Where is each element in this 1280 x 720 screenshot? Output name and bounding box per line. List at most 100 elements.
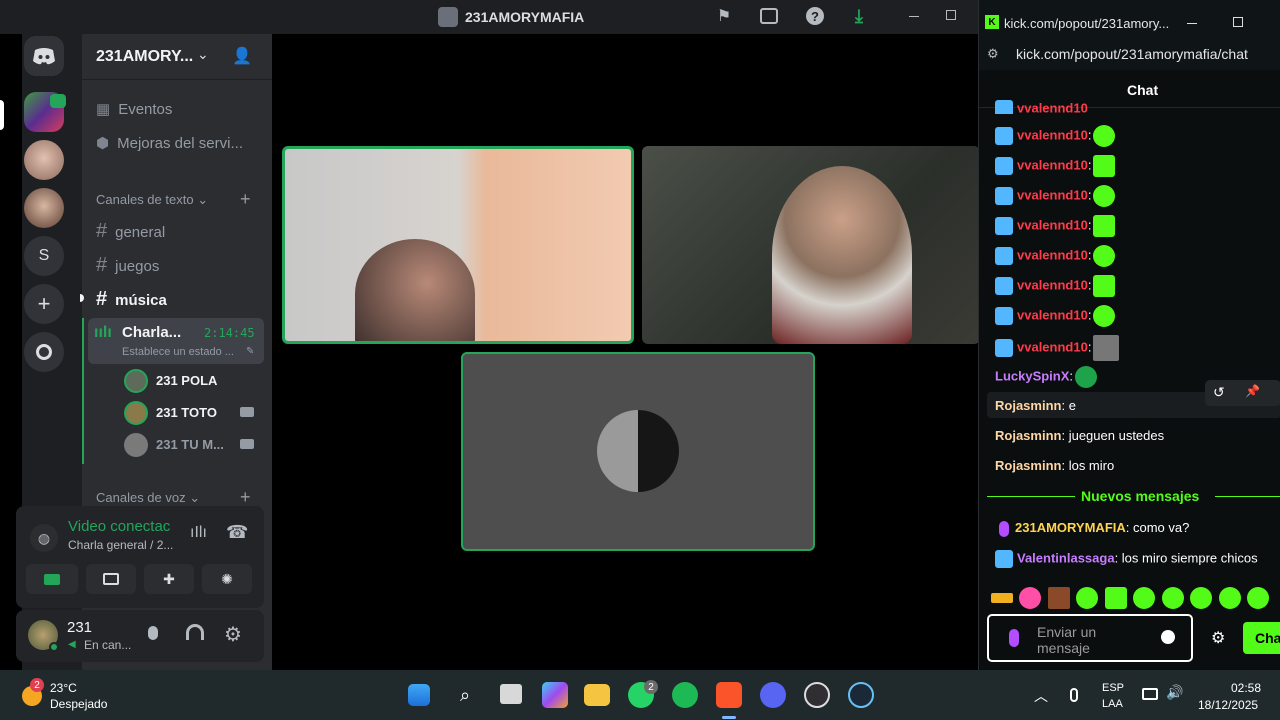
chat-username[interactable]: Valentinlassaga	[1017, 550, 1115, 565]
chat-message[interactable]: vvalennd10:	[995, 305, 1116, 327]
channel-general[interactable]: # general	[96, 220, 165, 243]
pin-icon[interactable]: 📌	[1245, 384, 1260, 398]
chat-message[interactable]: Valentinlassaga: los miro siempre chicos	[995, 550, 1258, 568]
voice-channels-category[interactable]: Canales de voz ⌄	[96, 490, 200, 506]
chat-settings-icon[interactable]: ⚙	[1211, 628, 1225, 648]
explore-icon[interactable]	[24, 332, 64, 372]
video-tile-2[interactable]	[642, 146, 980, 344]
connection-channel[interactable]: Charla general / 2...	[68, 538, 173, 552]
url-text[interactable]: kick.com/popout/231amorymafia/chat	[1016, 46, 1248, 62]
minimize-icon[interactable]	[909, 16, 919, 17]
emoji-picker-icon[interactable]	[1161, 630, 1175, 644]
file-explorer-icon[interactable]	[584, 684, 610, 706]
address-bar[interactable]: ⚙ kick.com/popout/231amorymafia/chat	[979, 40, 1280, 70]
weather-widget[interactable]: 2 23°C Despejado	[18, 678, 138, 714]
chat-username[interactable]: vvalennd10	[1017, 127, 1088, 142]
task-view-icon[interactable]	[500, 684, 522, 704]
boosts-item[interactable]: ⬢ Mejoras del servi...	[96, 134, 243, 152]
voice-member[interactable]: 231 POLA	[124, 368, 264, 394]
voice-member[interactable]: 231 TOTO	[124, 400, 264, 426]
chat-username[interactable]: Rojasminn	[995, 428, 1061, 443]
chat-username[interactable]: 231AMORYMAFIA	[1015, 520, 1126, 535]
download-icon[interactable]: ⤓	[850, 5, 868, 27]
kick-emote-icon[interactable]	[1104, 587, 1127, 609]
server-header[interactable]: 231AMORY... ⌄ 👤	[82, 34, 272, 80]
clock-time[interactable]: 02:58	[1231, 681, 1261, 695]
brave-icon[interactable]	[716, 682, 742, 708]
kick-emote-icon[interactable]	[1133, 587, 1156, 609]
chat-username[interactable]: vvalennd10	[1017, 217, 1088, 232]
video-tile-1[interactable]	[282, 146, 634, 344]
chat-username[interactable]: vvalennd10	[1017, 247, 1088, 262]
steam-icon[interactable]	[848, 682, 874, 708]
chat-message[interactable]: Rojasminn: jueguen ustedes	[995, 428, 1164, 443]
server-avatar-3[interactable]	[24, 188, 64, 228]
emote-icon[interactable]	[1047, 587, 1070, 609]
chat-message[interactable]: vvalennd10:	[995, 125, 1116, 147]
kick-emote-icon[interactable]	[1161, 587, 1184, 609]
spotify-icon[interactable]	[672, 682, 698, 708]
maximize-icon[interactable]	[1233, 17, 1243, 27]
chat-input-placeholder[interactable]: Enviar un mensaje	[1037, 624, 1137, 656]
mic-tray-icon[interactable]	[1070, 688, 1078, 702]
help-icon[interactable]: ?	[806, 7, 824, 25]
chat-message[interactable]: Rojasminn: e	[995, 398, 1076, 413]
chat-message[interactable]: vvalennd10:	[995, 155, 1116, 177]
channel-juegos[interactable]: # juegos	[96, 254, 159, 277]
obs-icon[interactable]	[804, 682, 830, 708]
channel-musica[interactable]: # música	[96, 288, 167, 311]
language-1[interactable]: ESP	[1102, 682, 1124, 694]
voice-channel-item[interactable]: ıılı Charla... 2:14:45 Establece un esta…	[88, 318, 264, 364]
reply-icon[interactable]: ↺	[1213, 384, 1225, 401]
chat-username[interactable]: vvalennd10	[1017, 187, 1088, 202]
text-channels-category[interactable]: Canales de texto ⌄	[96, 192, 208, 208]
chat-message[interactable]: vvalennd10	[995, 100, 1088, 114]
copilot-icon[interactable]	[542, 682, 568, 708]
chat-message[interactable]: vvalennd10:	[995, 185, 1116, 207]
maximize-icon[interactable]	[946, 10, 956, 20]
chat-message[interactable]: vvalennd10:	[995, 335, 1120, 361]
clock-date[interactable]: 18/12/2025	[1198, 698, 1258, 712]
add-server-icon[interactable]: +	[24, 284, 64, 324]
discord-home-icon[interactable]	[24, 36, 64, 76]
kick-emote-icon[interactable]	[1190, 587, 1213, 609]
network-icon[interactable]	[1142, 688, 1158, 700]
chat-message[interactable]: vvalennd10:	[995, 275, 1116, 297]
video-tile-3[interactable]	[461, 352, 815, 551]
invite-icon[interactable]: 👤	[232, 46, 252, 66]
add-channel-icon[interactable]: +	[240, 189, 251, 210]
noise-icon[interactable]: ıIlı	[190, 524, 207, 542]
volume-icon[interactable]: 🔊	[1166, 684, 1183, 701]
windows-start-icon[interactable]	[408, 684, 430, 706]
chat-message[interactable]: Rojasminn: los miro	[995, 458, 1114, 473]
chat-message[interactable]: 231AMORYMAFIA: como va?	[995, 520, 1189, 537]
chat-username[interactable]: Rojasminn	[995, 458, 1061, 473]
settings-gear-icon[interactable]: ⚙	[224, 622, 242, 647]
kick-emote-icon[interactable]	[1076, 587, 1099, 609]
flag-icon[interactable]: ⚑	[714, 6, 734, 26]
emote-icon[interactable]	[1019, 587, 1042, 609]
chat-username[interactable]: vvalennd10	[1017, 100, 1088, 114]
chat-send-button[interactable]: Cha	[1243, 622, 1280, 654]
disconnect-icon[interactable]: ☎	[226, 522, 248, 543]
add-voice-channel-icon[interactable]: +	[240, 487, 251, 508]
site-settings-icon[interactable]: ⚙	[987, 46, 999, 62]
chat-username[interactable]: Rojasminn	[995, 398, 1061, 413]
activities-button[interactable]: ✚	[144, 564, 194, 594]
chat-input-box[interactable]: Enviar un mensaje	[987, 614, 1193, 662]
chat-username[interactable]: vvalennd10	[1017, 339, 1088, 354]
mic-icon[interactable]	[148, 626, 158, 640]
inbox-icon[interactable]	[760, 8, 778, 24]
edit-icon[interactable]: ✎	[246, 346, 254, 357]
chat-username[interactable]: vvalennd10	[1017, 157, 1088, 172]
server-s[interactable]: S	[24, 236, 64, 276]
chevron-up-icon[interactable]: ︿	[1034, 686, 1048, 706]
kick-emote-icon[interactable]	[1218, 587, 1241, 609]
server-avatar-2[interactable]	[24, 140, 64, 180]
camera-button[interactable]	[26, 564, 78, 594]
headphones-icon[interactable]	[186, 624, 204, 640]
kick-emote-icon[interactable]	[1247, 587, 1270, 609]
minimize-icon[interactable]	[1187, 23, 1197, 24]
screen-share-button[interactable]	[86, 564, 136, 594]
chat-username[interactable]: vvalennd10	[1017, 277, 1088, 292]
